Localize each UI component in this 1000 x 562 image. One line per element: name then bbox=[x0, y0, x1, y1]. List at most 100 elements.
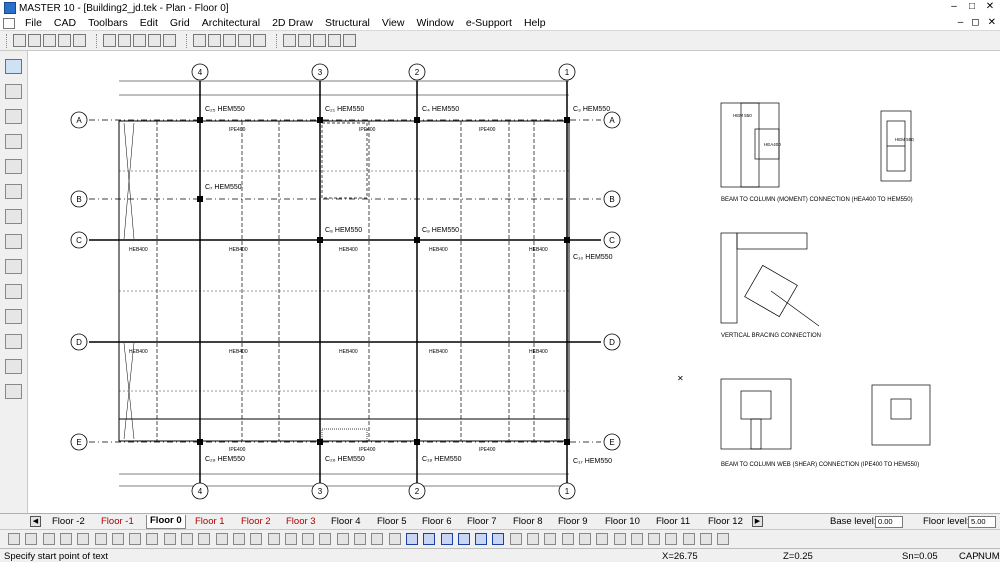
drawing-aid-button[interactable] bbox=[578, 533, 591, 545]
floor-tab[interactable]: Floor 12 bbox=[708, 516, 743, 527]
drawing-aid-button[interactable] bbox=[42, 533, 55, 545]
drawing-aid-button[interactable] bbox=[492, 533, 505, 545]
floor-tab[interactable]: Floor 1 bbox=[195, 516, 225, 527]
drawing-aid-button[interactable] bbox=[371, 533, 384, 545]
floor-tab[interactable]: Floor 6 bbox=[422, 516, 452, 527]
drawing-aid-button[interactable] bbox=[319, 533, 332, 545]
foundation-icon[interactable] bbox=[5, 184, 22, 199]
drawing-aid-button[interactable] bbox=[527, 533, 539, 545]
grid-icon[interactable] bbox=[148, 34, 161, 47]
save-icon[interactable] bbox=[43, 34, 56, 47]
wall-icon[interactable] bbox=[5, 159, 22, 174]
menu-toolbars[interactable]: Toolbars bbox=[82, 17, 134, 29]
drawing-aid-button[interactable] bbox=[302, 533, 315, 545]
menu-help[interactable]: Help bbox=[518, 17, 552, 29]
drawing-aid-button[interactable] bbox=[544, 533, 557, 545]
drawing-aid-button[interactable] bbox=[475, 533, 488, 545]
drawing-aid-button[interactable] bbox=[457, 533, 470, 545]
tab-scroll-left-icon[interactable]: ◀ bbox=[30, 516, 41, 527]
doc-minimize-icon[interactable]: – bbox=[958, 17, 964, 28]
drawing-aid-button[interactable] bbox=[423, 533, 436, 545]
doc-restore-icon[interactable]: ◻ bbox=[971, 17, 979, 28]
floor-tab[interactable]: Floor 8 bbox=[513, 516, 543, 527]
floor-tab[interactable]: Floor 2 bbox=[241, 516, 271, 527]
drawing-aid-button[interactable] bbox=[77, 533, 90, 545]
menu-structural[interactable]: Structural bbox=[319, 17, 376, 29]
maximize-icon[interactable]: □ bbox=[966, 1, 978, 12]
drawing-aid-button[interactable] bbox=[215, 533, 228, 545]
floor-level-field[interactable]: 5.00 bbox=[968, 516, 996, 528]
drawing-aid-button[interactable] bbox=[8, 533, 20, 545]
menu-2d-draw[interactable]: 2D Draw bbox=[266, 17, 319, 29]
base-level-field[interactable]: 0.00 bbox=[875, 516, 903, 528]
drawing-aid-button[interactable] bbox=[509, 533, 522, 545]
undo-icon[interactable] bbox=[133, 34, 146, 47]
copy-icon[interactable] bbox=[103, 34, 116, 47]
floor-tab[interactable]: Floor 0 bbox=[146, 515, 186, 529]
tab-scroll-right-icon[interactable]: ▶ bbox=[752, 516, 763, 527]
move-icon[interactable] bbox=[5, 259, 22, 274]
load-icon[interactable] bbox=[5, 309, 22, 324]
drawing-aid-button[interactable] bbox=[232, 533, 245, 545]
floor-tab[interactable]: Floor 5 bbox=[377, 516, 407, 527]
dropper-icon[interactable] bbox=[5, 384, 22, 399]
section-icon[interactable] bbox=[5, 359, 22, 374]
drawing-aid-button[interactable] bbox=[94, 533, 107, 545]
column-icon[interactable] bbox=[5, 109, 22, 124]
close-icon[interactable]: ✕ bbox=[984, 1, 996, 12]
menu-view[interactable]: View bbox=[376, 17, 411, 29]
drawing-aid-button[interactable] bbox=[630, 533, 643, 545]
line-icon[interactable] bbox=[163, 34, 176, 47]
menu-edit[interactable]: Edit bbox=[134, 17, 164, 29]
drawing-aid-button[interactable] bbox=[181, 533, 193, 545]
drawing-aid-button[interactable] bbox=[717, 533, 730, 545]
floor-tab[interactable]: Floor -2 bbox=[52, 516, 85, 527]
erase-icon[interactable] bbox=[5, 234, 22, 249]
drawing-canvas[interactable]: 4 3 2 1 4 3 2 1 A B C D E A B C D E C₂₅ … bbox=[29, 51, 1000, 513]
hatch-icon[interactable] bbox=[253, 34, 266, 47]
zoom-icon[interactable] bbox=[313, 34, 326, 47]
slab-icon[interactable] bbox=[5, 134, 22, 149]
drawing-aid-button[interactable] bbox=[250, 533, 263, 545]
drawing-aid-button[interactable] bbox=[354, 533, 366, 545]
drawing-aid-button[interactable] bbox=[163, 533, 176, 545]
drawing-aid-button[interactable] bbox=[111, 533, 124, 545]
arc-icon[interactable] bbox=[208, 34, 221, 47]
doc-close-icon[interactable]: ✕ bbox=[988, 17, 996, 28]
drawing-aid-button[interactable] bbox=[440, 533, 453, 545]
toolbar-grip[interactable] bbox=[186, 33, 189, 48]
select-object-icon[interactable] bbox=[5, 59, 22, 74]
text-icon[interactable] bbox=[223, 34, 236, 47]
menu-cad[interactable]: CAD bbox=[48, 17, 82, 29]
view-icon[interactable] bbox=[298, 34, 311, 47]
floor-tab[interactable]: Floor 10 bbox=[605, 516, 640, 527]
new-file-icon[interactable] bbox=[13, 34, 26, 47]
menu-architectural[interactable]: Architectural bbox=[196, 17, 266, 29]
drawing-aid-button[interactable] bbox=[336, 533, 349, 545]
plan-drawing[interactable]: 4 3 2 1 4 3 2 1 A B C D E A B C D E C₂₅ … bbox=[29, 51, 1000, 513]
drawing-aid-button[interactable] bbox=[665, 533, 678, 545]
drawing-aid-button[interactable] bbox=[59, 533, 72, 545]
menu-window[interactable]: Window bbox=[410, 17, 459, 29]
tools-icon[interactable] bbox=[283, 34, 296, 47]
pencil-icon[interactable] bbox=[5, 284, 22, 299]
drawing-aid-button[interactable] bbox=[700, 533, 712, 545]
drawing-aid-button[interactable] bbox=[267, 533, 280, 545]
drawing-aid-button[interactable] bbox=[405, 533, 418, 545]
toolbar-grip[interactable] bbox=[276, 33, 279, 48]
floor-tab[interactable]: Floor 9 bbox=[558, 516, 588, 527]
pan-icon[interactable] bbox=[343, 34, 356, 47]
circle-icon[interactable] bbox=[193, 34, 206, 47]
document-icon[interactable] bbox=[3, 17, 15, 29]
drawing-aid-button[interactable] bbox=[129, 533, 142, 545]
drawing-aid-button[interactable] bbox=[146, 533, 159, 545]
floor-tab[interactable]: Floor 11 bbox=[656, 516, 690, 527]
drawing-aid-button[interactable] bbox=[388, 533, 401, 545]
cut-icon[interactable] bbox=[73, 34, 86, 47]
drawing-aid-button[interactable] bbox=[613, 533, 626, 545]
floor-tab[interactable]: Floor 7 bbox=[467, 516, 497, 527]
print-icon[interactable] bbox=[58, 34, 71, 47]
menu-file[interactable]: File bbox=[19, 17, 48, 29]
open-file-icon[interactable] bbox=[28, 34, 41, 47]
toolbar-grip[interactable] bbox=[6, 33, 9, 48]
